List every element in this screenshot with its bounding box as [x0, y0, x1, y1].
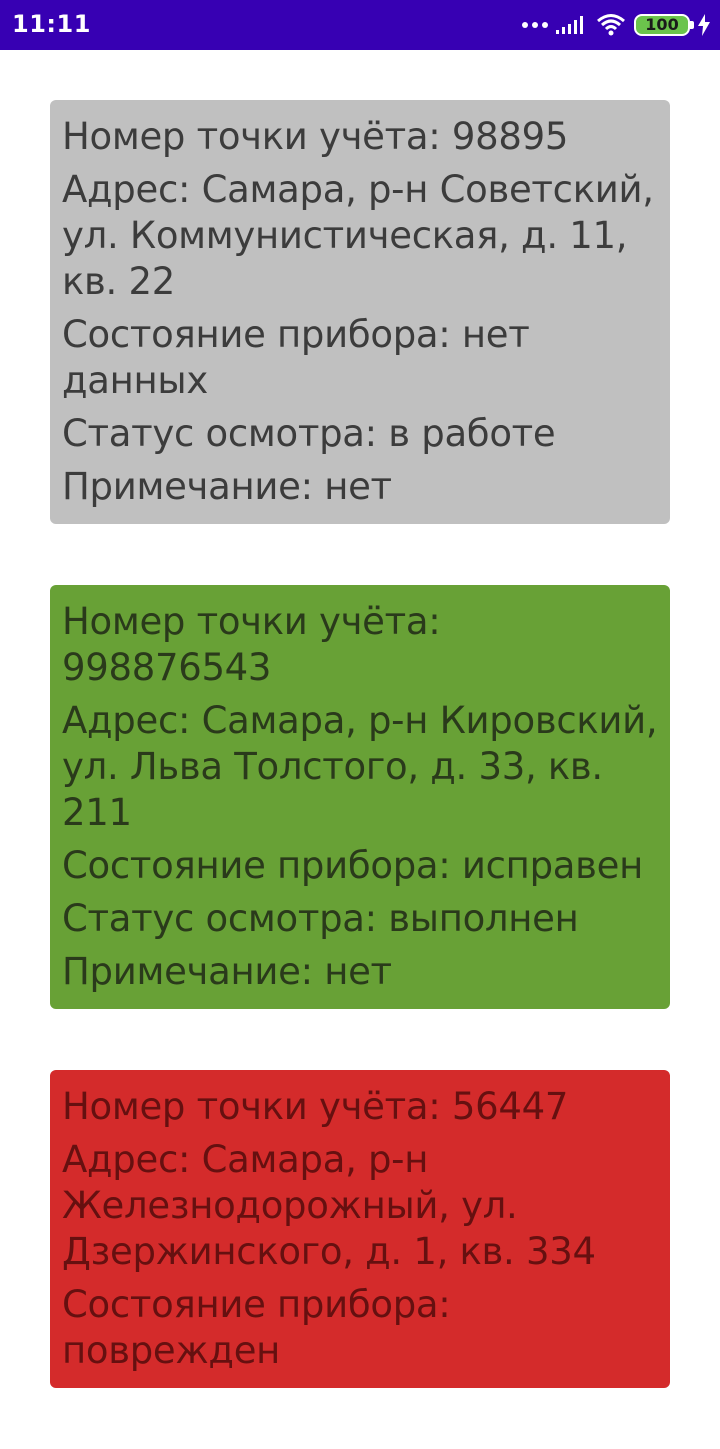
inspection-card[interactable]: Номер точки учёта: 998876543 Адрес: Сама…	[50, 585, 670, 1009]
address: Адрес: Самара, р-н Кировский, ул. Льва Т…	[62, 699, 658, 834]
meter-number: Номер точки учёта: 998876543	[62, 600, 441, 689]
inspection-card[interactable]: Номер точки учёта: 56447 Адрес: Самара, …	[50, 1070, 670, 1388]
status-time: 11:11	[12, 10, 91, 38]
signal-icon	[556, 16, 583, 34]
more-dots-icon	[522, 22, 548, 28]
battery-level: 100	[645, 15, 679, 34]
inspection-status: Статус осмотра: выполнен	[62, 897, 579, 940]
inspection-list: Номер точки учёта: 98895 Адрес: Самара, …	[50, 100, 670, 1449]
inspection-status: Статус осмотра: в работе	[62, 412, 556, 455]
meter-number: Номер точки учёта: 98895	[62, 115, 569, 158]
device-state: Состояние прибора: исправен	[62, 844, 643, 887]
inspection-card[interactable]: Номер точки учёта: 98895 Адрес: Самара, …	[50, 100, 670, 524]
meter-number: Номер точки учёта: 56447	[62, 1085, 569, 1128]
device-state: Состояние прибора: нет данных	[62, 313, 530, 402]
device-state: Состояние прибора: поврежден	[62, 1283, 451, 1372]
note: Примечание: нет	[62, 950, 392, 993]
charging-bolt-icon	[698, 14, 710, 36]
status-icons: 100	[522, 10, 710, 40]
address: Адрес: Самара, р-н Советский, ул. Коммун…	[62, 168, 654, 303]
status-bar: 11:11 100	[0, 0, 720, 50]
address: Адрес: Самара, р-н Железнодорожный, ул. …	[62, 1138, 596, 1273]
wifi-icon	[597, 14, 625, 36]
battery-icon: 100	[634, 14, 694, 36]
note: Примечание: нет	[62, 465, 392, 508]
